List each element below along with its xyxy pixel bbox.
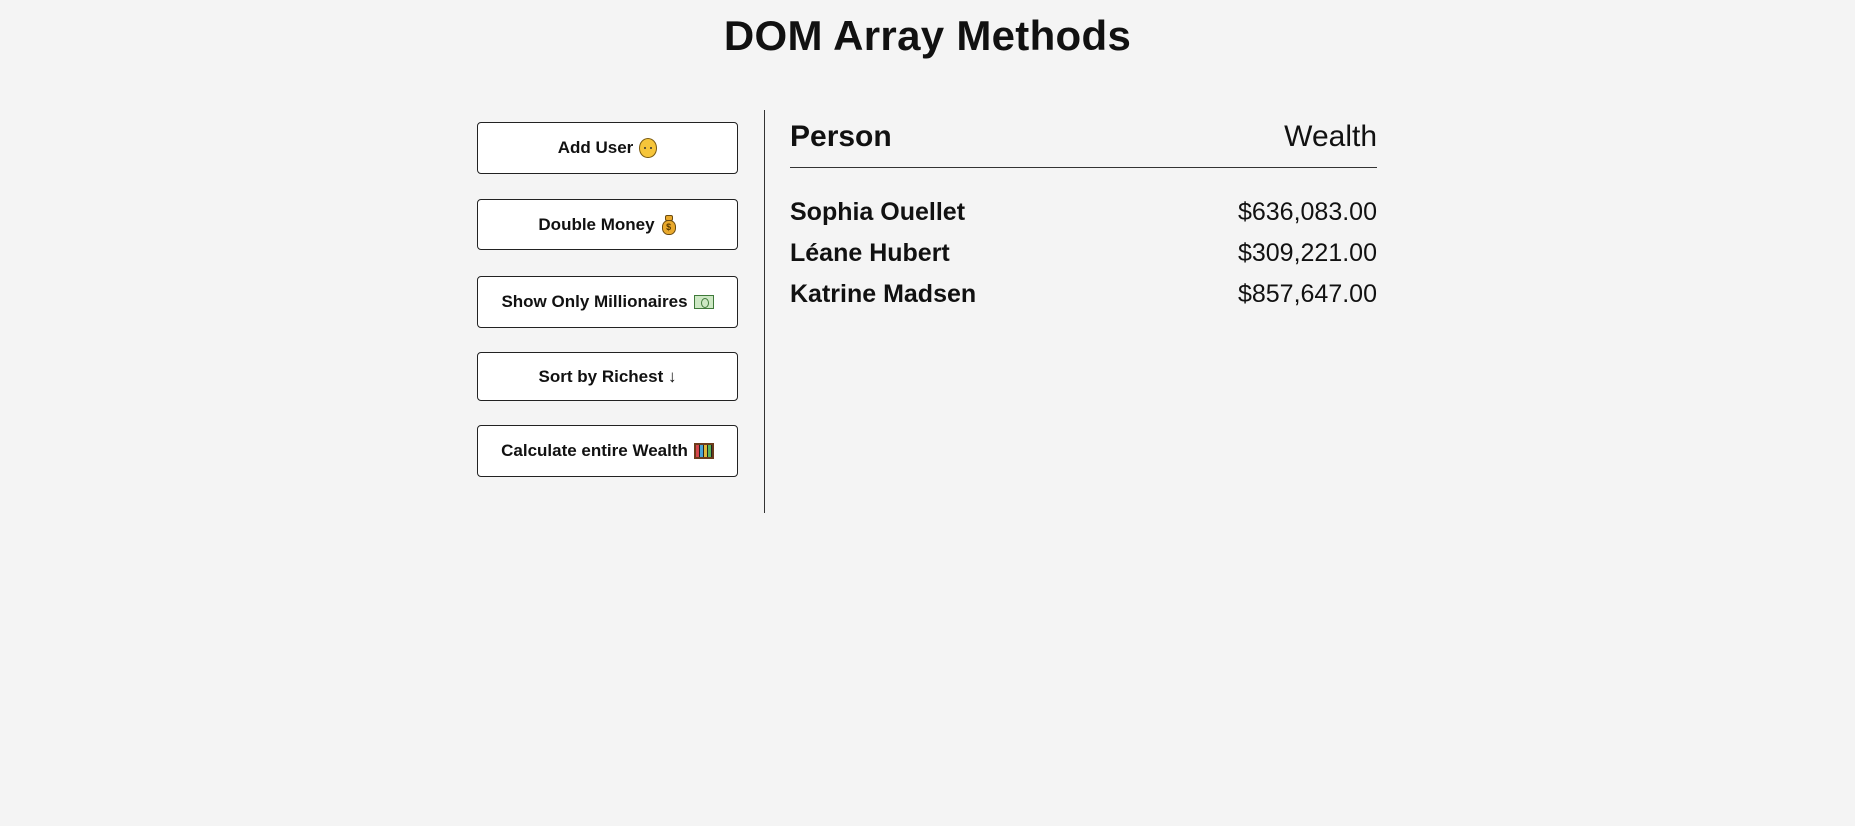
wealth-table: Person Wealth Sophia Ouellet $636,083.00…: [790, 110, 1377, 513]
person-name: Sophia Ouellet: [790, 198, 966, 226]
wealth-column-header: Wealth: [1284, 120, 1377, 153]
table-row: Léane Hubert $309,221.00: [790, 233, 1377, 274]
double-money-button[interactable]: Double Money $: [477, 199, 738, 250]
add-user-label: Add User: [557, 138, 634, 157]
face-emoji-icon: [639, 138, 658, 158]
money-bag-icon: $: [661, 214, 677, 235]
person-name: Katrine Madsen: [790, 280, 977, 308]
calculate-wealth-label: Calculate entire Wealth: [501, 441, 688, 460]
person-column-header: Person: [790, 120, 892, 153]
calculate-wealth-button[interactable]: Calculate entire Wealth: [477, 425, 738, 477]
add-user-button[interactable]: Add User: [477, 122, 738, 174]
abacus-icon: [693, 443, 714, 459]
page-title: DOM Array Methods: [723, 12, 1132, 59]
show-millionaires-button[interactable]: Show Only Millionaires: [477, 276, 738, 328]
table-header: Person Wealth: [790, 110, 1377, 168]
dollar-bill-icon: [693, 295, 714, 309]
person-name: Léane Hubert: [790, 239, 950, 267]
double-money-label: Double Money: [538, 214, 655, 234]
table-row: Katrine Madsen $857,647.00: [790, 274, 1377, 315]
sort-richest-button[interactable]: Sort by Richest ↓: [477, 352, 738, 401]
controls-panel: Add User Double Money $ Show Only Millio…: [477, 110, 765, 513]
app-container: Add User Double Money $ Show Only Millio…: [477, 110, 1377, 513]
person-wealth: $857,647.00: [1237, 280, 1377, 308]
table-row: Sophia Ouellet $636,083.00: [790, 192, 1377, 233]
table-rows: Sophia Ouellet $636,083.00 Léane Hubert …: [790, 192, 1377, 315]
show-millionaires-label: Show Only Millionaires: [501, 292, 688, 311]
person-wealth: $309,221.00: [1237, 239, 1377, 267]
person-wealth: $636,083.00: [1237, 198, 1377, 226]
sort-richest-label: Sort by Richest ↓: [538, 366, 677, 386]
